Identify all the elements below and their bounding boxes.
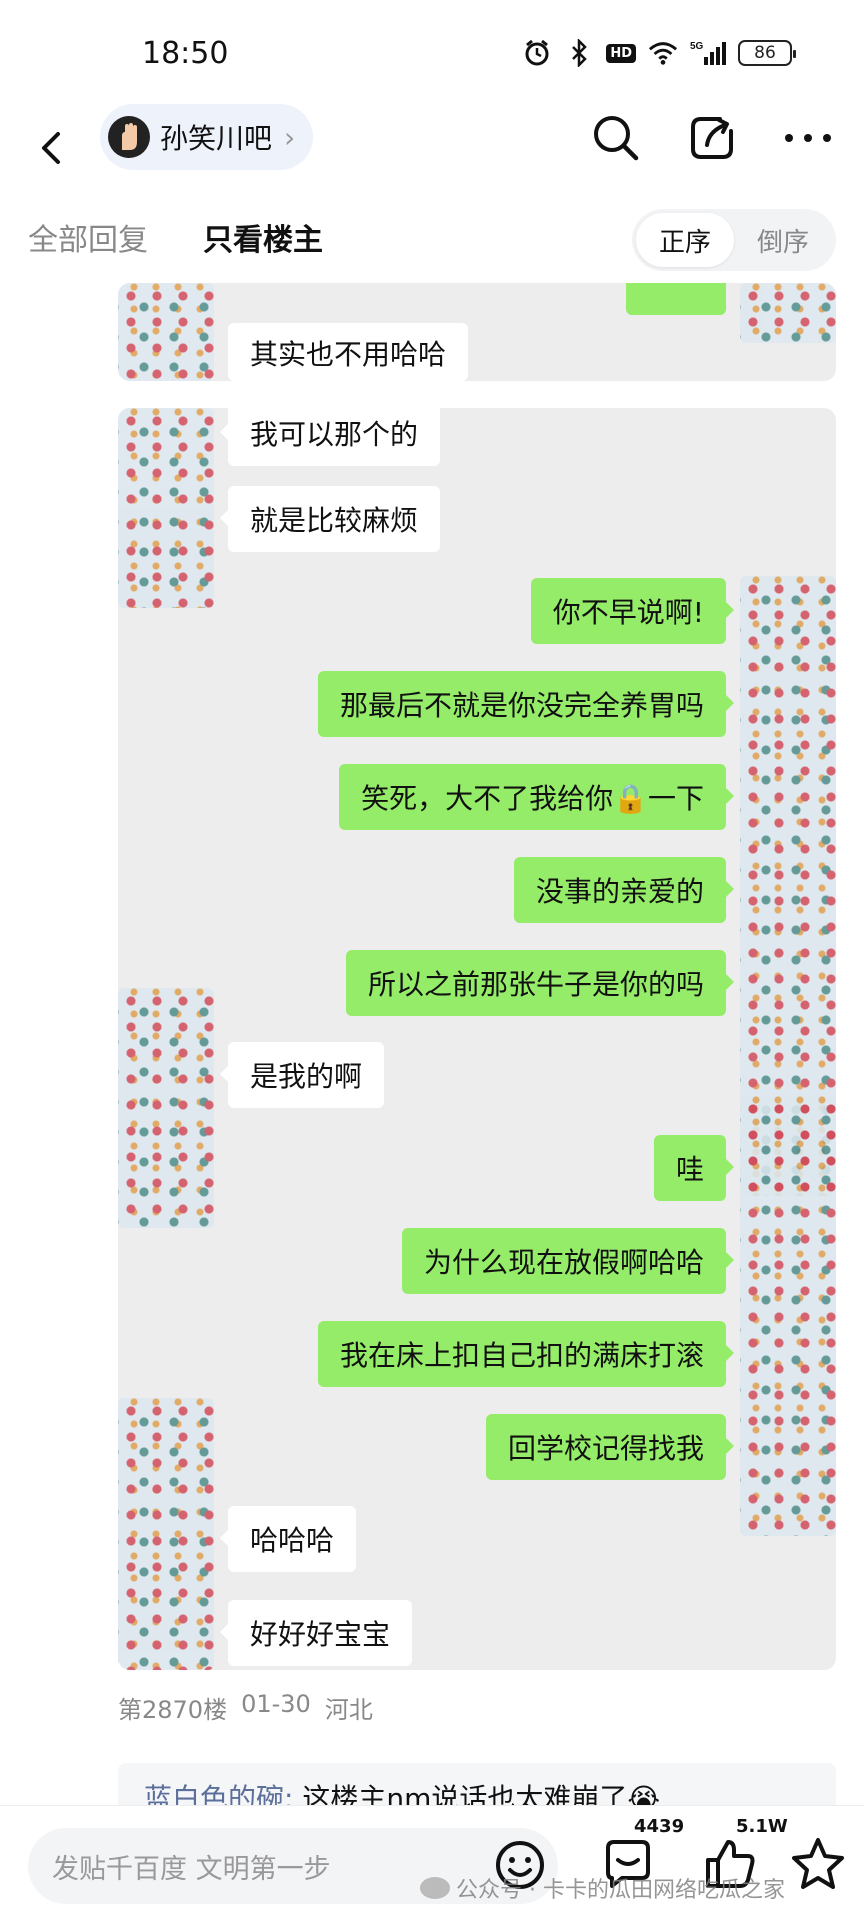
avatar-left [118, 1398, 214, 1670]
chat-bubble-left: 好好好宝宝 [219, 1600, 413, 1666]
chat-bubble-right: 回学校记得找我 [485, 1414, 735, 1480]
wifi-icon [648, 38, 678, 68]
chat-bubble-right: 所以之前那张牛子是你的吗 [345, 950, 735, 1016]
sort-ascending-button[interactable]: 正序 [636, 213, 734, 267]
avatar-left [118, 283, 214, 381]
chat-bubble-right: 我在床上扣自己扣的满床打滚 [317, 1321, 735, 1387]
post-image-2[interactable]: 我可以那个的 就是比较麻烦 你不早说啊! 那最后不就是你没完全养胃吗 笑死，大不… [118, 408, 836, 1670]
back-button[interactable] [32, 120, 72, 176]
chat-bubble-right: 那最后不就是你没完全养胃吗 [317, 671, 735, 737]
chevron-right-icon: › [284, 120, 296, 154]
search-icon [594, 116, 639, 161]
forum-link[interactable]: 孙笑川吧 › [100, 104, 314, 170]
hd-badge: HD [606, 43, 636, 63]
chat-bubble-right: 没事的亲爱的 [513, 857, 735, 923]
status-time: 18:50 [142, 36, 229, 71]
post-date: 01-30 [241, 1690, 311, 1718]
tab-all-replies[interactable]: 全部回复 [28, 215, 148, 259]
chat-bubble-right-cut [626, 283, 726, 315]
post-image-1[interactable]: 其实也不用哈哈 [118, 283, 836, 381]
chat-bubble-right: 你不早说啊! [530, 578, 735, 644]
wechat-icon [420, 1877, 450, 1899]
chat-bubble-left: 哈哈哈 [219, 1506, 357, 1572]
svg-text:5G: 5G [690, 41, 704, 52]
bluetooth-icon [564, 38, 594, 68]
tab-op-only[interactable]: 只看楼主 [203, 215, 323, 259]
avatar-left [118, 408, 214, 608]
filter-bar: 全部回复 只看楼主 正序 倒序 [0, 205, 864, 283]
post-meta: 第2870楼 01-30 河北 [118, 1690, 373, 1725]
avatar-right [740, 1096, 836, 1536]
like-count: 5.1W [736, 1816, 788, 1837]
chat-bubble-left: 就是比较麻烦 [219, 486, 441, 552]
avatar-right [740, 283, 836, 343]
chat-bubble-right: 笑死，大不了我给你🔒一下 [339, 764, 734, 830]
chat-bubble-left: 是我的啊 [219, 1042, 385, 1108]
nav-bar: 孙笑川吧 › [0, 100, 864, 200]
sort-toggle: 正序 倒序 [632, 209, 836, 271]
watermark: 公众号 · 卡卡的瓜田网络吃瓜之家 [420, 1872, 785, 1904]
share-button[interactable] [684, 110, 740, 166]
chat-bubble-left-cut: 其实也不用哈哈 [228, 323, 469, 381]
post-location: 河北 [324, 1696, 373, 1724]
star-icon [792, 1838, 844, 1889]
comment-count: 4439 [634, 1816, 685, 1837]
chat-bubble-right: 为什么现在放假啊哈哈 [401, 1228, 735, 1294]
forum-name: 孙笑川吧 [160, 122, 273, 155]
back-arrow-icon [42, 132, 60, 164]
search-button[interactable] [588, 110, 644, 166]
forum-avatar [108, 116, 150, 158]
favorite-button[interactable] [788, 1834, 848, 1894]
status-bar: 18:50 HD 5G 86 [0, 0, 864, 110]
nav-actions [588, 110, 836, 166]
watermark-text: 公众号 · 卡卡的瓜田网络吃瓜之家 [456, 1878, 785, 1903]
avatar-left [118, 988, 214, 1228]
chat-bubble-right: 哇 [653, 1135, 735, 1201]
share-icon [691, 117, 733, 159]
signal-icon: 5G [690, 38, 726, 68]
more-icon [785, 134, 831, 142]
more-button[interactable] [780, 110, 836, 166]
sort-descending-button[interactable]: 倒序 [734, 213, 832, 267]
alarm-icon [522, 38, 552, 68]
status-icons: HD 5G 86 [522, 38, 796, 68]
chat-bubble-left: 我可以那个的 [219, 408, 441, 466]
floor-number: 第2870楼 [118, 1696, 228, 1724]
battery-indicator: 86 [738, 40, 796, 66]
